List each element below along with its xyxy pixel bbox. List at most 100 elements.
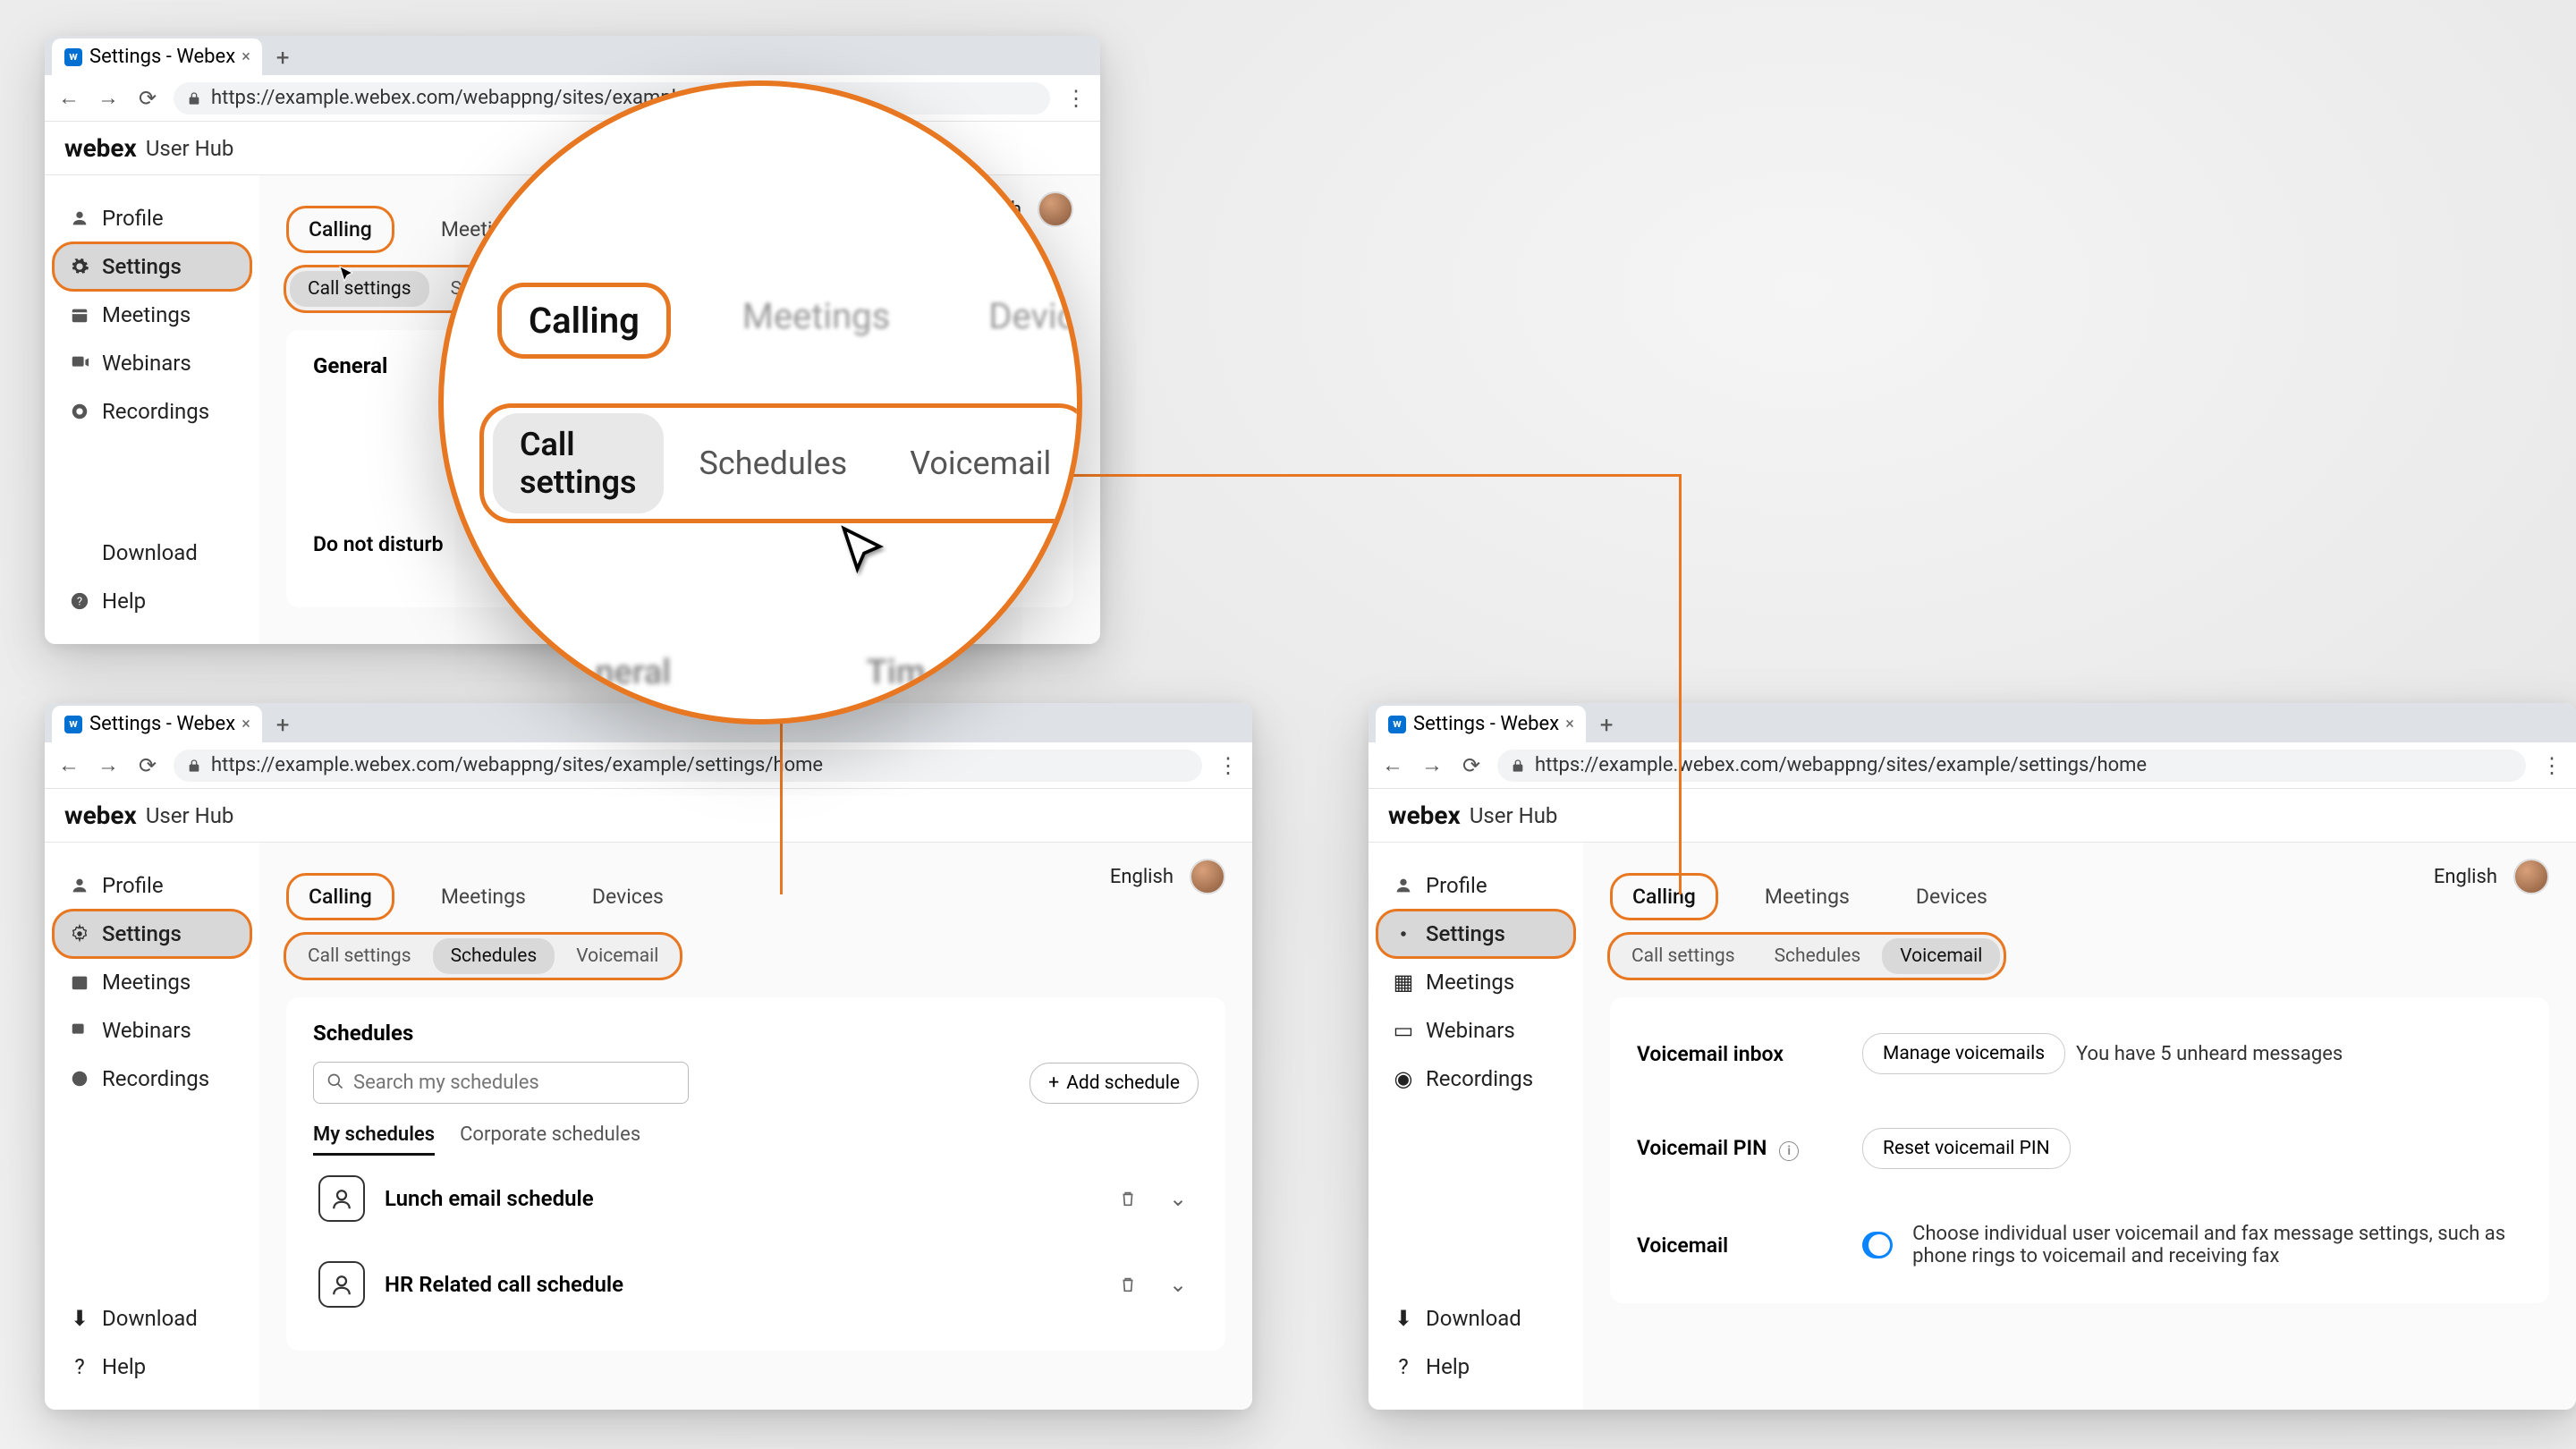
tab-devices[interactable]: Devices [572,876,683,918]
new-tab-button[interactable]: + [1593,712,1620,739]
subtab-voicemail[interactable]: Voicemail [1882,938,2000,974]
sidebar-item-help[interactable]: ?Help [1377,1343,1574,1390]
subtab-my-schedules[interactable]: My schedules [313,1123,435,1156]
url-field[interactable]: https://example.webex.com/webappng/sites… [1497,750,2526,782]
forward-icon[interactable]: → [1419,752,1445,779]
subtab-voicemail[interactable]: Voicemail [558,938,676,974]
language-selector[interactable]: English [1110,866,1174,888]
browser-menu-icon[interactable]: ⋮ [1215,753,1241,778]
mag-blur-text: neral [595,653,671,692]
sidebar-item-meetings[interactable]: Meetings [54,959,250,1005]
info-icon[interactable]: i [1779,1141,1799,1161]
new-tab-button[interactable]: + [269,45,296,72]
webinar-icon [68,352,91,375]
voicemail-toggle[interactable] [1862,1232,1893,1258]
avatar[interactable] [2513,859,2549,894]
sidebar-item-profile[interactable]: Profile [54,195,250,242]
download-icon [68,541,91,564]
avatar[interactable] [1190,859,1225,894]
delete-icon[interactable] [1113,1269,1143,1300]
sidebar-label: Settings [102,254,182,279]
brand-sub: User Hub [146,803,234,828]
sidebar-item-help[interactable]: ? Help [54,578,250,624]
add-schedule-button[interactable]: + Add schedule [1030,1063,1199,1104]
chevron-down-icon[interactable]: ⌄ [1163,1183,1193,1214]
close-tab-icon[interactable]: × [237,48,255,66]
sidebar-label: Profile [102,206,164,231]
sidebar-item-meetings[interactable]: ▦Meetings [1377,959,1574,1005]
browser-tab[interactable]: w Settings - Webex × [52,38,262,75]
sidebar-item-settings[interactable]: Settings [54,911,250,957]
tab-meetings[interactable]: Meetings [1745,876,1869,918]
tab-calling[interactable]: Calling [286,873,394,920]
tab-bar: w Settings - Webex × + [45,36,1100,75]
calendar-icon [68,970,91,994]
subtab-call-settings[interactable]: Call settings [290,938,429,974]
tab-devices[interactable]: Devices [1896,876,2007,918]
brand-logo: webex [64,801,137,830]
sidebar-item-download[interactable]: Download [54,530,250,576]
main-content: English Calling Meetings Devices Call se… [259,843,1252,1410]
sidebar-item-webinars[interactable]: Webinars [54,1007,250,1054]
mag-tab-calling: Calling [497,283,671,359]
subtab-corporate-schedules[interactable]: Corporate schedules [460,1123,640,1156]
schedule-row[interactable]: HR Related call schedule ⌄ [313,1241,1199,1327]
url-field[interactable]: https://example.webex.com/webappng/sites… [174,82,1050,114]
sidebar-item-help[interactable]: ?Help [54,1343,250,1390]
forward-icon[interactable]: → [95,752,122,779]
search-schedules-input[interactable] [313,1062,689,1104]
sidebar-item-recordings[interactable]: Recordings [54,1055,250,1102]
browser-tab[interactable]: w Settings - Webex × [1376,706,1586,742]
webex-favicon-icon: w [64,48,82,66]
subtab-call-settings[interactable]: Call settings [1614,938,1753,974]
sidebar-item-webinars[interactable]: ▭Webinars [1377,1007,1574,1054]
forward-icon[interactable]: → [95,85,122,112]
cursor-icon [336,265,358,290]
manage-voicemails-button[interactable]: Manage voicemails [1862,1033,2065,1074]
close-tab-icon[interactable]: × [237,716,255,733]
tab-calling[interactable]: Calling [286,206,394,253]
sidebar-item-profile[interactable]: Profile [1377,862,1574,909]
close-tab-icon[interactable]: × [1561,716,1579,733]
subtab-schedules[interactable]: Schedules [1757,938,1879,974]
back-icon[interactable]: ← [1379,752,1406,779]
panel-title: Schedules [313,1021,1199,1046]
reload-icon[interactable]: ⟳ [134,85,161,112]
language-selector[interactable]: English [2434,866,2497,888]
schedule-row[interactable]: Lunch email schedule ⌄ [313,1156,1199,1241]
tab-calling[interactable]: Calling [1610,873,1718,920]
tab-meetings[interactable]: Meetings [421,876,546,918]
sidebar-item-recordings[interactable]: ◉Recordings [1377,1055,1574,1102]
sidebar-item-download[interactable]: ⬇Download [1377,1295,1574,1342]
new-tab-button[interactable]: + [269,712,296,739]
back-icon[interactable]: ← [55,85,82,112]
search-input-field[interactable] [353,1072,675,1094]
sidebar-item-webinars[interactable]: Webinars [54,340,250,386]
sidebar-item-settings[interactable]: Settings [1377,911,1574,957]
delete-icon[interactable] [1113,1183,1143,1214]
reset-pin-button[interactable]: Reset voicemail PIN [1862,1128,2071,1169]
browser-tab[interactable]: w Settings - Webex × [52,706,262,742]
record-icon [68,400,91,423]
subtab-schedules[interactable]: Schedules [433,938,555,974]
tab-title: Settings - Webex [1413,713,1559,735]
browser-menu-icon[interactable]: ⋮ [2538,753,2565,778]
avatar[interactable] [1038,191,1073,227]
reload-icon[interactable]: ⟳ [134,752,161,779]
sidebar-label: Webinars [102,1018,191,1043]
sidebar-label: Profile [102,873,164,898]
sidebar-item-settings[interactable]: Settings [54,243,250,290]
brand-logo: webex [1388,801,1461,830]
sidebar-item-profile[interactable]: Profile [54,862,250,909]
back-icon[interactable]: ← [55,752,82,779]
browser-menu-icon[interactable]: ⋮ [1063,86,1089,111]
sidebar-item-recordings[interactable]: Recordings [54,388,250,435]
reload-icon[interactable]: ⟳ [1458,752,1485,779]
sidebar-item-meetings[interactable]: Meetings [54,292,250,338]
sidebar-item-download[interactable]: ⬇Download [54,1295,250,1342]
url-field[interactable]: https://example.webex.com/webappng/sites… [174,750,1202,782]
subtab-call-settings[interactable]: Call settings [290,271,429,307]
lock-icon [186,758,202,774]
url-text: https://example.webex.com/webappng/sites… [211,754,823,776]
chevron-down-icon[interactable]: ⌄ [1163,1269,1193,1300]
